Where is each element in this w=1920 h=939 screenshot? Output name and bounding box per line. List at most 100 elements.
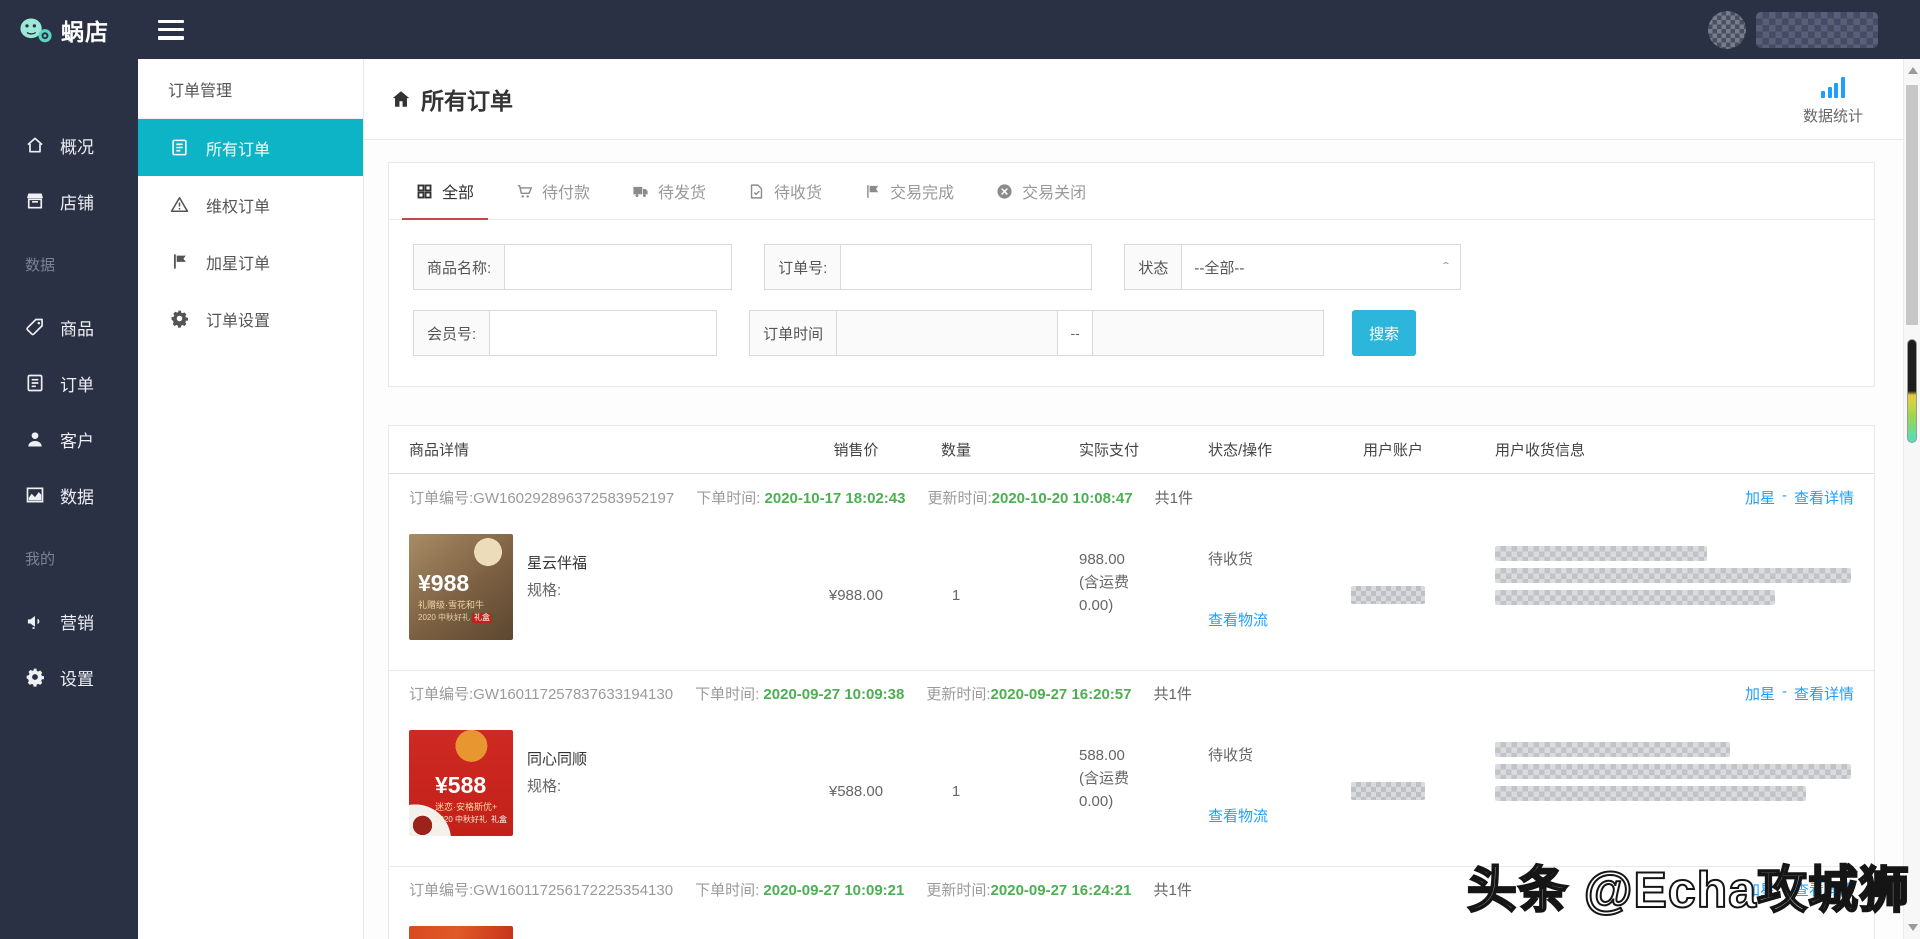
order-list-icon	[170, 138, 189, 157]
actual-paid: 988.00 (含运费 0.00)	[1011, 548, 1196, 617]
megaphone-icon	[25, 611, 45, 631]
product-name: 星云伴福	[527, 550, 587, 577]
sidebar-item-products[interactable]: 商品	[0, 299, 138, 355]
scroll-down-icon[interactable]	[1908, 924, 1918, 931]
product-image[interactable]: ¥588 迷恋·安格斯优+ 2020 中秋好礼礼盒	[409, 730, 513, 836]
sidebar-item-customers[interactable]: 客户	[0, 411, 138, 467]
quantity: 1	[901, 587, 1011, 604]
filter-order-time: 订单时间 --	[749, 310, 1324, 356]
update-time: 更新时间:2020-09-27 16:20:57	[926, 683, 1131, 704]
status-select[interactable]: --全部-- ˆ	[1181, 244, 1461, 290]
sidebar-item-marketing[interactable]: 营销	[0, 593, 138, 649]
order-meta-row: 订单编号:GW160292896372583952197 下单时间: 2020-…	[389, 474, 1874, 520]
col-shipping-info: 用户收货信息	[1481, 439, 1874, 460]
order-time-start-input[interactable]	[836, 310, 1058, 356]
sidebar-item-orders[interactable]: 订单	[0, 355, 138, 411]
page-title: 所有订单	[390, 82, 513, 116]
sidebar-item-overview[interactable]: 概况	[0, 117, 138, 173]
home-icon	[25, 135, 45, 155]
tab-all[interactable]: 全部	[395, 163, 495, 219]
star-order-link[interactable]: 加星	[1745, 683, 1775, 704]
sidebar-item-shop[interactable]: 店铺	[0, 173, 138, 229]
stats-shortcut[interactable]: 数据统计	[1803, 72, 1863, 126]
page-header: 所有订单 数据统计	[364, 59, 1903, 140]
table-header-row: 商品详情 销售价 数量 实际支付 状态/操作 用户账户 用户收货信息	[389, 426, 1874, 474]
search-button[interactable]: 搜索	[1352, 310, 1416, 356]
view-detail-link[interactable]: 查看详情	[1794, 879, 1854, 900]
home-icon	[390, 88, 412, 110]
star-order-link[interactable]: 加星	[1745, 879, 1775, 900]
avatar[interactable]	[1708, 11, 1746, 49]
order-actions: 加星 - 查看详情	[1745, 487, 1854, 508]
submenu-title: 订单管理	[138, 59, 363, 119]
product-name-input[interactable]	[504, 244, 732, 290]
order-meta-row: 订单编号:GW160117257837633194130 下单时间: 2020-…	[389, 670, 1874, 716]
shipping-info-redacted	[1481, 742, 1874, 801]
order-group: 订单编号:GW160292896372583952197 下单时间: 2020-…	[389, 474, 1874, 670]
member-no-input[interactable]	[489, 310, 717, 356]
item-count: 共1件	[1154, 879, 1192, 900]
order-time-end-input[interactable]	[1092, 310, 1324, 356]
document-check-icon	[748, 183, 765, 200]
update-time: 更新时间:2020-10-20 10:08:47	[927, 487, 1132, 508]
chart-icon	[25, 485, 45, 505]
user-icon	[25, 429, 45, 449]
user-account-redacted	[1351, 586, 1425, 604]
product-image[interactable]: ¥988 礼赠级·雪花和牛 2020 中秋好礼礼盒	[409, 534, 513, 640]
tab-pending-shipment[interactable]: 待发货	[611, 163, 727, 219]
filter-form: 商品名称: 订单号: 状态 --全部-- ˆ	[389, 220, 1874, 386]
view-logistics-link[interactable]: 查看物流	[1208, 805, 1351, 826]
product-spec: 规格:	[527, 577, 587, 604]
product-row: ¥588 迷恋·安格斯优+ 2020 中秋好礼礼盒 同心同顺 规格: ¥588.…	[389, 716, 1874, 866]
bar-chart-icon	[1821, 76, 1845, 98]
sidebar-item-settings[interactable]: 设置	[0, 649, 138, 705]
brand[interactable]: 蜗店	[0, 13, 138, 47]
order-actions: 加星 - 查看详情	[1745, 879, 1854, 900]
snail-logo-icon	[18, 15, 54, 45]
content-area: 全部 待付款 待发货 待收货 交易完成	[364, 140, 1903, 939]
tab-completed[interactable]: 交易完成	[843, 163, 975, 219]
quantity: 1	[901, 783, 1011, 800]
scroll-up-icon[interactable]	[1908, 67, 1918, 74]
x-circle-icon	[996, 183, 1013, 200]
col-status-action: 状态/操作	[1196, 439, 1351, 460]
col-user-account: 用户账户	[1351, 439, 1481, 460]
store-icon	[25, 191, 45, 211]
vertical-scrollbar[interactable]	[1903, 59, 1920, 939]
gear-icon	[170, 309, 189, 328]
order-no-input[interactable]	[840, 244, 1092, 290]
view-detail-link[interactable]: 查看详情	[1794, 683, 1854, 704]
orders-table: 商品详情 销售价 数量 实际支付 状态/操作 用户账户 用户收货信息 订单编号:…	[388, 425, 1875, 939]
col-product-detail: 商品详情	[389, 439, 811, 460]
product-image[interactable]	[409, 926, 513, 939]
order-number: 订单编号:GW160117256172225354130	[409, 879, 673, 900]
sale-price: ¥988.00	[811, 587, 901, 604]
scrollbar-thumb[interactable]	[1906, 85, 1918, 325]
order-group: 订单编号:GW160117256172225354130 下单时间: 2020-…	[389, 866, 1874, 939]
gear-icon	[25, 667, 45, 687]
user-menu[interactable]	[1708, 11, 1878, 49]
submenu-item-all-orders[interactable]: 所有订单	[138, 119, 363, 176]
product-row: ¥988 礼赠级·雪花和牛 2020 中秋好礼礼盒 星云伴福 规格: ¥988.…	[389, 520, 1874, 670]
status-text: 待收货	[1208, 744, 1351, 765]
view-detail-link[interactable]: 查看详情	[1794, 487, 1854, 508]
status-tabs: 全部 待付款 待发货 待收货 交易完成	[389, 163, 1874, 220]
tab-pending-receipt[interactable]: 待收货	[727, 163, 843, 219]
status-label: 状态	[1124, 244, 1182, 290]
submenu-item-starred-orders[interactable]: 加星订单	[138, 233, 363, 290]
stats-label: 数据统计	[1803, 105, 1863, 126]
tab-pending-payment[interactable]: 待付款	[495, 163, 611, 219]
menu-toggle-icon[interactable]	[158, 20, 184, 40]
tab-closed[interactable]: 交易关闭	[975, 163, 1107, 219]
main-content: 所有订单 数据统计 全部 待付款 待发货	[364, 59, 1903, 939]
product-row	[389, 912, 1874, 939]
col-sale-price: 销售价	[811, 439, 901, 460]
user-account-redacted	[1351, 782, 1425, 800]
submenu-item-dispute-orders[interactable]: 维权订单	[138, 176, 363, 233]
submenu-item-order-settings[interactable]: 订单设置	[138, 290, 363, 347]
sidebar-item-analytics[interactable]: 数据	[0, 467, 138, 523]
view-logistics-link[interactable]: 查看物流	[1208, 609, 1351, 630]
shipping-info-redacted	[1481, 546, 1874, 605]
order-status-cell: 待收货 查看物流	[1196, 548, 1351, 630]
star-order-link[interactable]: 加星	[1745, 487, 1775, 508]
